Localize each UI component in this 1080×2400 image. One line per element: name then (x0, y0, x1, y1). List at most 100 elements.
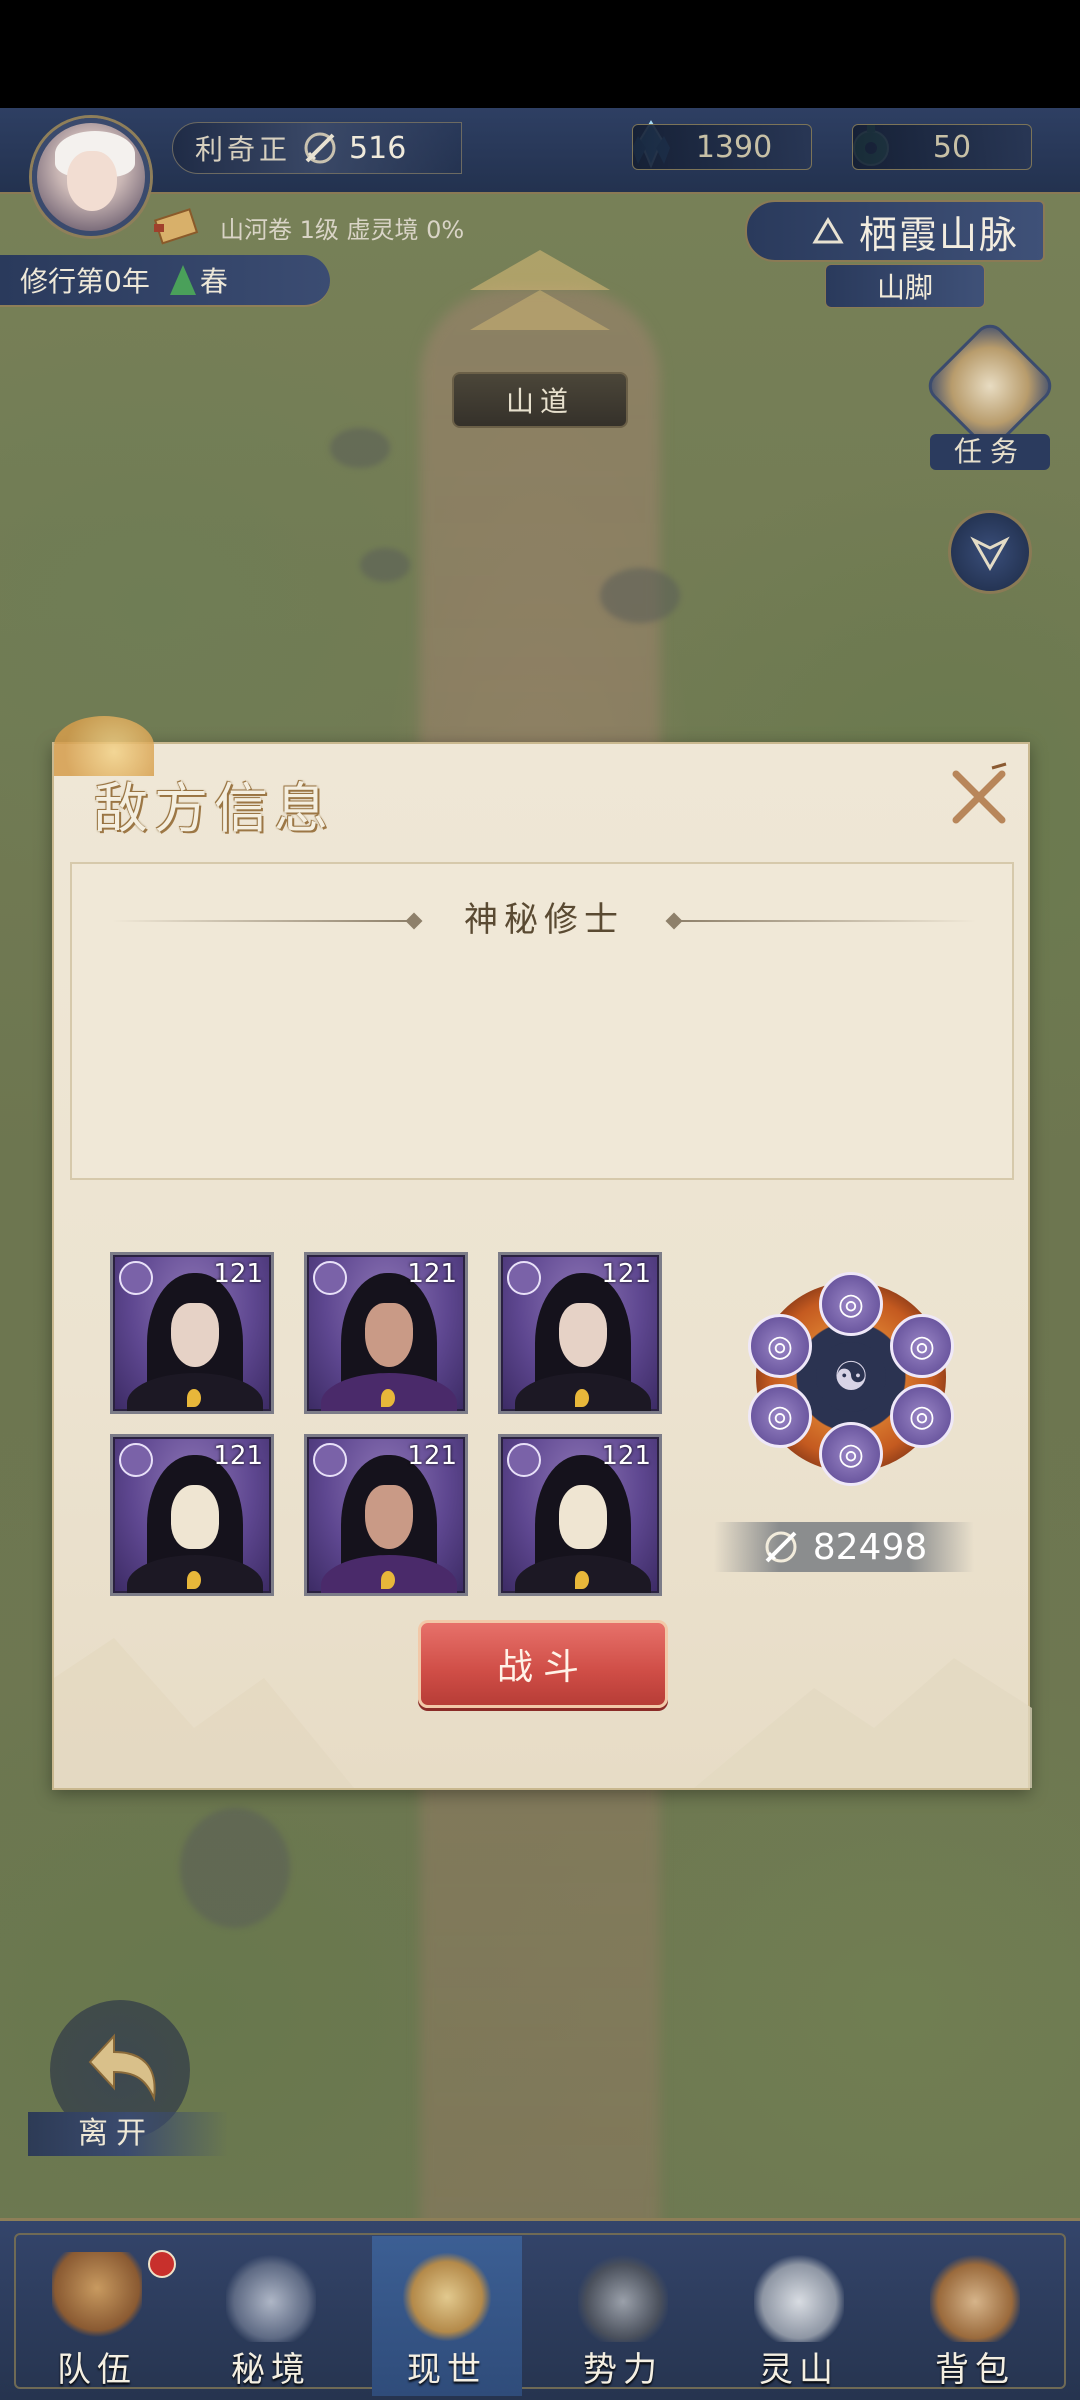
enemy-face (171, 1303, 219, 1367)
formation-node-icon: ◎ (819, 1272, 883, 1336)
enemy-power-value: 82498 (812, 1526, 928, 1568)
enemy-card[interactable]: 121 (498, 1252, 662, 1414)
enemy-level: 121 (601, 1441, 651, 1471)
nav-label: 灵山 (759, 2350, 839, 2390)
enemy-info-dialog: 敌方信息 神秘修士 121 121 121 121 121 121 ☯ ◎ ◎ … (52, 716, 1032, 1790)
season: 春 (169, 260, 228, 300)
player-power: 516 (349, 130, 407, 166)
nav-label: 秘境 (231, 2350, 311, 2390)
compass-button[interactable] (948, 510, 1032, 594)
pine-tree-icon (169, 265, 196, 295)
task-button[interactable]: 任务 (922, 318, 1058, 470)
faction-emblem-icon (313, 1261, 347, 1295)
backpack-icon (930, 2252, 1020, 2342)
enemy-grid: 121 121 121 121 121 121 (110, 1252, 670, 1598)
player-name: 利奇正 (195, 133, 292, 166)
enemy-level: 121 (407, 1441, 457, 1471)
enemy-face (559, 1303, 607, 1367)
enemy-card[interactable]: 121 (110, 1252, 274, 1414)
enemy-card[interactable]: 121 (304, 1252, 468, 1414)
enemy-level: 121 (407, 1259, 457, 1289)
nav-label: 现世 (407, 2350, 487, 2390)
faction-emblem-icon (313, 1443, 347, 1477)
rank-mark-icon (187, 1571, 201, 1589)
secret-realm-icon (226, 2252, 316, 2342)
nav-world[interactable]: 现世 (372, 2218, 522, 2400)
faction-emblem-icon (119, 1261, 153, 1295)
yin-yang-icon: ☯ (816, 1342, 886, 1412)
crystal-counter[interactable]: 1390 (632, 124, 812, 170)
enemy-card[interactable]: 121 (498, 1434, 662, 1596)
close-button[interactable] (944, 762, 1014, 832)
enemy-level: 121 (601, 1259, 651, 1289)
enemy-face (171, 1485, 219, 1549)
task-label: 任务 (930, 434, 1050, 470)
path-arrow (470, 290, 610, 330)
nav-label: 势力 (583, 2350, 663, 2390)
formation-diagram[interactable]: ☯ ◎ ◎ ◎ ◎ ◎ ◎ (746, 1272, 956, 1490)
stone (600, 568, 680, 623)
enemy-card[interactable]: 121 (110, 1434, 274, 1596)
formation-node-icon: ◎ (748, 1314, 812, 1378)
player-name-plate[interactable]: 利奇正 516 (172, 122, 462, 174)
jade-counter[interactable]: 50 (852, 124, 1032, 170)
dialog-title: 敌方信息 (94, 777, 334, 840)
rank-mark-icon (575, 1389, 589, 1407)
cultivation-year-bar: 修行第0年 春 (0, 255, 330, 307)
enemy-level: 121 (213, 1441, 263, 1471)
faction-emblem-icon (507, 1443, 541, 1477)
enemy-face (365, 1303, 413, 1367)
cultivation-year: 修行第0年 (20, 265, 150, 298)
chapter-progress: 山河卷 1级 虚灵境 0% (220, 216, 465, 244)
nav-team[interactable]: 队伍 (22, 2218, 176, 2400)
close-icon (952, 762, 1007, 824)
crystal-value: 1390 (695, 129, 773, 165)
location-name: 栖霞山脉 (858, 212, 1019, 257)
formation-node-icon: ◎ (890, 1384, 954, 1448)
notification-badge (148, 2250, 176, 2278)
path-sign[interactable]: 山道 (452, 372, 628, 428)
formation-node-icon: ◎ (748, 1384, 812, 1448)
team-icon (52, 2252, 142, 2342)
enemy-level: 121 (213, 1259, 263, 1289)
compass-icon (970, 536, 1010, 572)
divider-line (676, 920, 976, 922)
leave-label: 离开 (28, 2112, 228, 2156)
stone (360, 548, 410, 582)
scroll-icon (152, 206, 202, 246)
spirit-mountain-icon (754, 2252, 844, 2342)
nav-faction[interactable]: 势力 (548, 2218, 698, 2400)
formation-node-icon: ◎ (890, 1314, 954, 1378)
mountain-decoration (54, 1638, 1032, 1788)
nav-spirit-mountain[interactable]: 灵山 (724, 2218, 874, 2400)
jade-value: 50 (932, 129, 972, 165)
enemy-name: 神秘修士 (464, 900, 624, 940)
player-avatar[interactable] (32, 118, 150, 236)
enemy-face (559, 1485, 607, 1549)
mountain-icon (811, 216, 845, 246)
combat-power-icon (765, 1531, 797, 1563)
avatar-face (67, 151, 117, 211)
enemy-card[interactable]: 121 (304, 1434, 468, 1596)
combat-power-icon (301, 129, 339, 167)
enemy-total-power: 82498 (714, 1522, 974, 1572)
sub-location: 山脚 (825, 264, 985, 308)
faction-icon (578, 2252, 668, 2342)
rank-mark-icon (381, 1571, 395, 1589)
nav-secret-realm[interactable]: 秘境 (196, 2218, 346, 2400)
world-map-icon (402, 2252, 492, 2342)
formation-node-icon: ◎ (819, 1422, 883, 1486)
rank-mark-icon (575, 1571, 589, 1589)
enemy-info-box: 神秘修士 (70, 862, 1014, 1180)
season-label: 春 (199, 265, 228, 298)
enemy-face (365, 1485, 413, 1549)
stone (330, 428, 390, 468)
nav-label: 背包 (935, 2350, 1015, 2390)
rank-mark-icon (187, 1389, 201, 1407)
nav-backpack[interactable]: 背包 (900, 2218, 1050, 2400)
stone (180, 1808, 290, 1928)
location-plate[interactable]: 栖霞山脉 (745, 200, 1045, 262)
leave-button[interactable]: 离开 (28, 2000, 228, 2160)
faction-emblem-icon (507, 1261, 541, 1295)
path-arrow (470, 250, 610, 290)
